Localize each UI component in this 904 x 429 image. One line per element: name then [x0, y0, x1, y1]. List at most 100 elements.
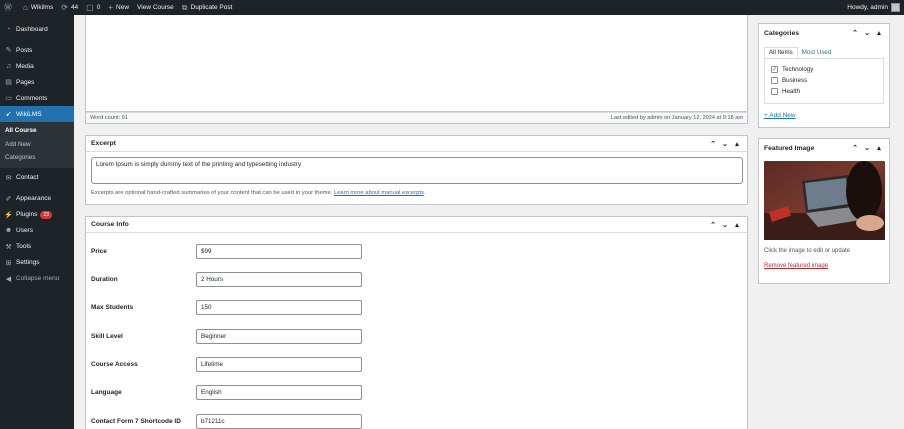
sidebar-item-posts[interactable]: ✎ Posts [0, 42, 74, 58]
user-icon: ☻ [4, 227, 13, 234]
sidebar-item-media[interactable]: ♫ Media [0, 58, 74, 74]
last-edited: Last edited by admin on January 12, 2024… [610, 115, 743, 121]
move-down-button[interactable]: ⌄ [719, 221, 731, 229]
excerpt-box: Excerpt ⌃ ⌄ ▴ Lorem Ipsum is simply dumm… [85, 135, 748, 205]
checkbox-checked[interactable]: ✓ [771, 66, 778, 73]
toggle-panel-button[interactable]: ▴ [873, 144, 885, 152]
move-down-button[interactable]: ⌄ [719, 140, 731, 148]
move-up-button[interactable]: ⌃ [849, 144, 861, 152]
move-up-button[interactable]: ⌃ [849, 29, 861, 37]
laptop-photo [764, 161, 885, 240]
excerpt-title: Excerpt [91, 140, 116, 147]
language-input[interactable]: English [196, 385, 362, 400]
featured-image-header: Featured Image ⌃ ⌄ ▴ [759, 139, 889, 157]
sidebar-item-label: Plugins [16, 211, 38, 218]
site-name: Wikilms [30, 4, 54, 11]
editor-status-bar: Word count: 91 Last edited by admin on J… [85, 112, 748, 124]
duplicate-label: Duplicate Post [190, 4, 233, 11]
brush-icon: ✐ [5, 195, 12, 203]
submenu-add-new[interactable]: Add New [0, 138, 74, 152]
sidebar-item-tools[interactable]: ⚒ Tools [0, 239, 74, 255]
toggle-panel-button[interactable]: ▴ [873, 29, 885, 37]
category-item-technology[interactable]: ✓ Technology [771, 64, 877, 75]
course-info-box: Course Info ⌃ ⌄ ▴ Price $99 Duration 2 H… [85, 216, 748, 429]
sidebar-item-label: Settings [16, 259, 40, 266]
categories-header: Categories ⌃ ⌄ ▴ [759, 24, 889, 42]
tab-most-used[interactable]: Most Used [798, 47, 836, 58]
sidebar-item-settings[interactable]: ⊞ Settings [0, 255, 74, 271]
media-icon: ♫ [5, 62, 12, 70]
checkbox[interactable] [771, 77, 778, 84]
sidebar-item-comments[interactable]: ▭ Comments [0, 90, 74, 106]
price-input[interactable]: $99 [196, 244, 362, 259]
sidebar-item-contact[interactable]: ✉ Contact [0, 170, 74, 186]
skill-level-input[interactable]: Beginner [196, 329, 362, 344]
updates-count: 44 [70, 4, 79, 11]
page-icon: ▤ [5, 79, 12, 86]
max-students-label: Max Students [91, 304, 134, 311]
sidebar-item-users[interactable]: ☻ Users [0, 223, 74, 239]
sidebar-item-pages[interactable]: ▤ Pages [0, 74, 74, 90]
mail-icon: ✉ [5, 174, 12, 182]
wikilms-submenu: All Course Add New Categories [0, 122, 74, 168]
excerpt-textarea[interactable]: Lorem Ipsum is simply dummy text of the … [91, 157, 743, 184]
featured-image-thumbnail[interactable] [764, 161, 885, 240]
wp-logo-button[interactable]: Ⓦ [0, 0, 19, 15]
updates-link[interactable]: ⟳ 44 [57, 0, 82, 15]
sidebar-item-label: Media [16, 62, 34, 70]
categories-title: Categories [764, 29, 800, 37]
checkbox[interactable] [771, 88, 778, 95]
category-item-health[interactable]: Health [771, 86, 877, 97]
new-label: New [116, 4, 130, 11]
settings-icon: ⊞ [5, 259, 12, 267]
category-label: Technology [782, 66, 814, 73]
duration-input[interactable]: 2 Hours [196, 272, 362, 287]
comments-link[interactable]: ▢ 0 [82, 0, 104, 15]
admin-bar: Ⓦ ⌂ Wikilms ⟳ 44 ▢ 0 + New View Course ⧉ Dupl… [0, 0, 904, 15]
category-item-business[interactable]: Business [771, 75, 877, 86]
move-up-button[interactable]: ⌃ [707, 221, 719, 229]
new-content-link[interactable]: + New [104, 0, 133, 15]
course-info-title: Course Info [91, 221, 129, 228]
view-course-link[interactable]: View Course [133, 0, 178, 15]
duplicate-post-link[interactable]: ⧉ Duplicate Post [178, 0, 237, 15]
categories-checklist: ✓ Technology Business Health [764, 58, 884, 104]
my-account-link[interactable]: Howdy, admin [847, 3, 904, 12]
collapse-menu-button[interactable]: ◀ Collapse menu [0, 271, 74, 287]
skill-level-row: Skill Level Beginner [86, 329, 747, 345]
course-access-input[interactable]: Lifetime [196, 357, 362, 372]
submenu-categories[interactable]: Categories [0, 151, 74, 165]
add-new-category-link[interactable]: + Add New [764, 112, 796, 119]
move-down-button[interactable]: ⌄ [861, 29, 873, 37]
comments-count: 0 [96, 4, 101, 11]
course-info-header: Course Info ⌃ ⌄ ▴ [86, 217, 747, 233]
sidebar-item-label: WikiLMS [16, 110, 42, 118]
move-down-button[interactable]: ⌄ [861, 144, 873, 152]
sidebar-item-wikilms[interactable]: ➹ WikiLMS [0, 106, 74, 122]
language-label: Language [91, 389, 122, 396]
plug-icon: ⚡ [4, 211, 13, 219]
max-students-row: Max Students 150 [86, 300, 747, 316]
excerpt-help-text: Excerpts are optional hand-crafted summa… [91, 190, 333, 196]
tab-all-items[interactable]: All Items [764, 47, 798, 58]
excerpt-help: Excerpts are optional hand-crafted summa… [91, 190, 426, 196]
submenu-all-course[interactable]: All Course [0, 124, 74, 138]
move-up-button[interactable]: ⌃ [707, 140, 719, 148]
editor-content-area[interactable] [85, 15, 748, 112]
sidebar-item-appearance[interactable]: ✐ Appearance [0, 191, 74, 207]
sidebar-item-dashboard[interactable]: ◔ Dashboard [0, 21, 74, 37]
duration-row: Duration 2 Hours [86, 272, 747, 288]
cf7-shortcode-input[interactable]: b71211c [196, 414, 362, 429]
view-course-label: View Course [137, 4, 174, 11]
pin-icon: ✎ [5, 47, 12, 54]
max-students-input[interactable]: 150 [196, 300, 362, 315]
remove-featured-image-link[interactable]: Remove featured image [764, 263, 828, 269]
toggle-panel-button[interactable]: ▴ [731, 140, 743, 148]
sidebar-item-plugins[interactable]: ⚡ Plugins 23 [0, 207, 74, 223]
sidebar-item-label: Dashboard [16, 25, 48, 33]
duration-label: Duration [91, 276, 118, 283]
learn-more-excerpts-link[interactable]: Learn more about manual excerpts [334, 190, 424, 196]
toggle-panel-button[interactable]: ▴ [731, 221, 743, 229]
site-name-link[interactable]: ⌂ Wikilms [19, 0, 57, 15]
sidebar-item-label: Users [16, 227, 33, 234]
